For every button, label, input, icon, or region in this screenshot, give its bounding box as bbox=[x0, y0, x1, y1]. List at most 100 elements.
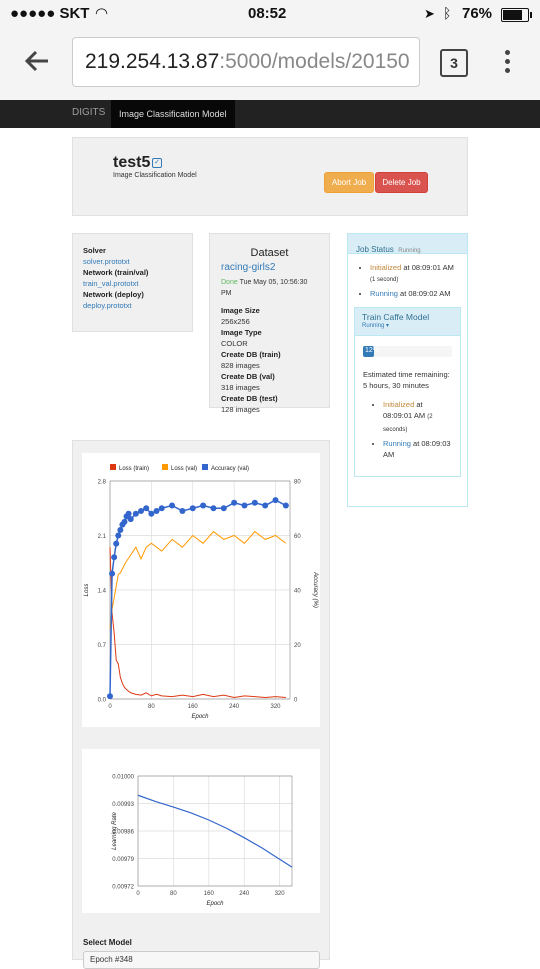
accuracy-point bbox=[241, 502, 248, 509]
dataset-field-label: Create DB (test) bbox=[221, 394, 278, 403]
abort-job-button[interactable]: Abort Job bbox=[324, 172, 374, 193]
delete-job-button[interactable]: Delete Job bbox=[375, 172, 428, 193]
accuracy-point bbox=[251, 499, 258, 506]
accuracy-point bbox=[282, 502, 289, 509]
accuracy-point bbox=[148, 510, 155, 517]
y2-tick-label: 40 bbox=[294, 589, 301, 595]
dataset-field-value: 128 images bbox=[221, 405, 260, 414]
x-tick-label: 240 bbox=[239, 891, 250, 897]
url-path: :5000/models/20150 bbox=[219, 50, 410, 73]
y2-tick-label: 60 bbox=[294, 534, 301, 540]
back-arrow-icon[interactable] bbox=[22, 46, 52, 76]
task-events: Initialized at 08:09:01 AM (2 seconds)Ru… bbox=[369, 399, 452, 462]
accuracy-point bbox=[189, 505, 196, 512]
event-duration: (1 second) bbox=[370, 277, 399, 283]
y2-tick-label: 80 bbox=[294, 480, 301, 486]
clock: 08:52 bbox=[248, 5, 287, 22]
deploy-file-link[interactable]: deploy.prototxt bbox=[83, 300, 182, 311]
solver-file-link[interactable]: solver.prototxt bbox=[83, 256, 182, 267]
select-model-label: Select Model bbox=[83, 938, 132, 947]
edit-icon[interactable]: ✓ bbox=[152, 158, 162, 168]
learning-rate-svg: 0.009720.009790.009860.009930.010000 80 16… bbox=[112, 775, 293, 907]
x-tick-label: 80 bbox=[148, 704, 155, 710]
x-tick-label: 240 bbox=[229, 704, 240, 710]
dataset-status: Done bbox=[221, 279, 238, 286]
event-name: Initialized bbox=[370, 263, 402, 272]
x-axis-label: Epoch bbox=[206, 901, 224, 907]
network-deploy-label: Network (deploy) bbox=[83, 290, 144, 299]
accuracy-point bbox=[115, 532, 122, 539]
accuracy-point bbox=[121, 518, 128, 525]
legend-label: Loss (val) bbox=[171, 466, 197, 472]
y-tick-label: 2.1 bbox=[98, 534, 107, 540]
network-train-label: Network (train/val) bbox=[83, 268, 149, 277]
accuracy-point bbox=[262, 502, 269, 509]
tab-switcher-button[interactable]: 3 bbox=[440, 49, 468, 77]
job-status-state: Running bbox=[398, 248, 421, 254]
dataset-details: Image Size 256x256 Image Type COLOR Create D… bbox=[221, 305, 318, 415]
loss-accuracy-chart: Loss (train) Loss (val) Accuracy (val) 0.0 0… bbox=[82, 453, 320, 727]
progress-bar: 12% bbox=[363, 346, 452, 357]
accuracy-point bbox=[113, 540, 120, 547]
status-event: Initialized at 08:09:01 AM (2 seconds) bbox=[383, 399, 452, 436]
x-tick-label: 160 bbox=[188, 704, 199, 710]
y-axis-label: Learning Rate bbox=[112, 811, 118, 849]
series-line-0 bbox=[109, 547, 286, 698]
url-bar[interactable]: 219.254.13.87:5000/models/20150 bbox=[72, 37, 420, 87]
event-name: Running bbox=[370, 289, 398, 298]
loss-accuracy-svg: Loss (train) Loss (val) Accuracy (val)0.00… bbox=[84, 464, 318, 720]
dataset-panel: Dataset racing-girls2 Done Tue May 05, 1… bbox=[209, 233, 330, 414]
accuracy-point bbox=[200, 502, 207, 509]
task-title: Train Caffe Model bbox=[362, 312, 430, 322]
accuracy-point bbox=[220, 505, 227, 512]
task-state-dropdown[interactable]: Running ▾ bbox=[362, 322, 453, 329]
y-tick-label: 0.00972 bbox=[112, 885, 134, 891]
solver-label: Solver bbox=[83, 246, 106, 255]
y-tick-label: 0.01000 bbox=[112, 775, 134, 781]
brand-link[interactable]: DIGITS bbox=[72, 107, 105, 118]
accuracy-point bbox=[231, 499, 238, 506]
event-time: at 08:09:02 AM bbox=[400, 289, 451, 298]
app-navbar: DIGITS Image Classification Model bbox=[0, 100, 540, 128]
accuracy-point bbox=[111, 554, 118, 561]
job-status-panel: Job Status Running Initialized at 08:09:… bbox=[347, 233, 468, 507]
legend-label: Accuracy (val) bbox=[211, 466, 249, 472]
nav-item-active[interactable]: Image Classification Model bbox=[111, 100, 235, 128]
accuracy-point bbox=[127, 516, 134, 523]
status-bar: ●●●●● SKT ◠ 08:52 ➤ ᛒ 76% bbox=[0, 0, 540, 30]
x-tick-label: 80 bbox=[170, 891, 177, 897]
dataset-name-link[interactable]: racing-girls2 bbox=[221, 262, 318, 273]
dataset-field-value: COLOR bbox=[221, 339, 248, 348]
y-tick-label: 0.00979 bbox=[112, 857, 134, 863]
series-line-1 bbox=[109, 530, 287, 629]
y2-tick-label: 0 bbox=[294, 698, 298, 704]
y-tick-label: 0.0 bbox=[98, 698, 107, 704]
accuracy-point bbox=[179, 507, 186, 514]
y-tick-label: 2.8 bbox=[98, 480, 107, 486]
battery-icon bbox=[501, 8, 532, 22]
select-model-dropdown[interactable]: Epoch #348 bbox=[83, 951, 320, 969]
accuracy-point bbox=[158, 505, 165, 512]
learning-rate-chart: 0.00972 0.00979 0.00986 0.00993 0.01000 0 80 16… bbox=[82, 749, 320, 913]
dataset-field-label: Create DB (train) bbox=[221, 350, 281, 359]
browser-toolbar: 219.254.13.87:5000/models/20150 3 bbox=[0, 30, 540, 101]
train-val-file-link[interactable]: train_val.prototxt bbox=[83, 278, 182, 289]
event-name: Initialized bbox=[383, 400, 415, 409]
status-event: Initialized at 08:09:01 AM (1 second) bbox=[370, 262, 461, 286]
series-line-2 bbox=[109, 499, 287, 697]
overflow-menu-icon[interactable] bbox=[502, 50, 514, 78]
page-subtitle: Image Classification Model bbox=[113, 172, 197, 179]
dataset-heading: Dataset bbox=[250, 247, 289, 259]
url-host: 219.254.13.87 bbox=[85, 50, 220, 73]
y-tick-label: 0.00993 bbox=[112, 802, 134, 808]
time-remaining: Estimated time remaining: 5 hours, 30 mi… bbox=[363, 370, 450, 390]
accuracy-point bbox=[272, 497, 279, 504]
model-files-panel: Solver solver.prototxt Network (train/va… bbox=[72, 233, 193, 332]
x-tick-label: 320 bbox=[275, 891, 286, 897]
job-status-title: Job Status bbox=[356, 245, 394, 254]
accuracy-point bbox=[125, 510, 132, 517]
x-tick-label: 320 bbox=[271, 704, 282, 710]
y-tick-label: 1.4 bbox=[98, 589, 107, 595]
accuracy-point bbox=[109, 570, 116, 577]
accuracy-point bbox=[169, 502, 176, 509]
